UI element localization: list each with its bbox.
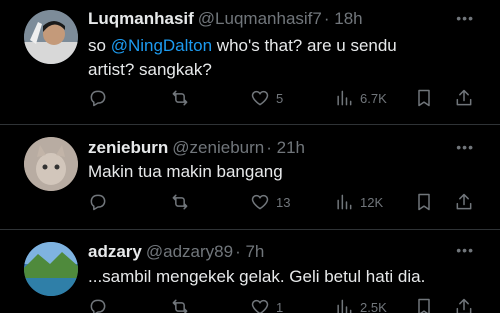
like-button[interactable]: 1 <box>250 297 283 313</box>
timestamp[interactable]: · 7h <box>235 242 264 261</box>
views-count: 6.7K <box>360 90 387 106</box>
bookmark-icon <box>418 89 430 107</box>
action-bar: 13 12K <box>88 192 478 214</box>
retweet-button[interactable] <box>170 297 190 313</box>
views-button[interactable]: 2.5K <box>334 297 387 313</box>
tweet-text-part: who's that? are u sendu <box>212 36 397 55</box>
avatar[interactable] <box>24 10 78 64</box>
retweet-icon <box>172 194 188 210</box>
timestamp[interactable]: · 21h <box>266 138 305 157</box>
views-count: 12K <box>360 194 384 210</box>
retweet-button[interactable] <box>170 192 190 212</box>
views-button[interactable]: 6.7K <box>334 88 387 108</box>
avatar-image <box>24 137 78 191</box>
views-button[interactable]: 12K <box>334 192 383 212</box>
display-name[interactable]: Luqmanhasif <box>88 9 194 28</box>
user-handle[interactable]: @zenieburn <box>172 138 264 157</box>
tweet-3[interactable]: adzary @adzary89 · 7h ••• ...sambil mengek… <box>0 230 500 313</box>
reply-button[interactable] <box>88 297 108 313</box>
reply-button[interactable] <box>88 192 108 212</box>
mention-link[interactable]: @NingDalton <box>111 36 212 55</box>
heart-icon <box>251 194 269 210</box>
bookmark-button[interactable] <box>414 88 434 108</box>
tweet-text-part: artist? sangkak? <box>88 60 212 79</box>
tweet-text: Makin tua makin bangang <box>88 162 283 181</box>
views-count: 2.5K <box>360 299 387 313</box>
heart-icon <box>251 299 269 313</box>
tweet-text: so @NingDalton who's that? are u sendu a… <box>88 34 478 82</box>
views-icon <box>337 194 352 210</box>
action-bar: 5 6.7K <box>88 88 478 110</box>
reply-icon <box>90 90 106 107</box>
timestamp[interactable]: · 18h <box>324 9 363 28</box>
more-icon[interactable]: ••• <box>456 10 474 26</box>
tweet-1[interactable]: Luqmanhasif @Luqmanhasif7 · 18h ••• so @Ni… <box>0 0 500 124</box>
share-button[interactable] <box>454 192 474 212</box>
retweet-icon <box>172 299 188 313</box>
bookmark-icon <box>418 298 430 313</box>
bookmark-button[interactable] <box>414 297 434 313</box>
like-button[interactable]: 13 <box>250 192 290 212</box>
tweet-2[interactable]: zenieburn @zenieburn · 21h ••• Makin tua m… <box>0 125 500 229</box>
tweet-text: ...sambil mengekek gelak. Geli betul hat… <box>88 267 426 286</box>
reply-button[interactable] <box>88 88 108 108</box>
retweet-button[interactable] <box>170 88 190 108</box>
like-count: 1 <box>276 299 284 313</box>
user-handle[interactable]: @Luqmanhasif7 <box>198 9 322 28</box>
display-name[interactable]: adzary <box>88 242 142 261</box>
like-count: 5 <box>276 90 284 106</box>
share-icon <box>456 193 472 210</box>
more-icon[interactable]: ••• <box>456 139 474 155</box>
views-icon <box>337 299 352 313</box>
heart-icon <box>251 90 269 106</box>
display-name[interactable]: zenieburn <box>88 138 168 157</box>
tweet-text-part: so <box>88 36 111 55</box>
views-icon <box>337 90 352 106</box>
share-button[interactable] <box>454 88 474 108</box>
action-bar: 1 2.5K <box>88 297 478 313</box>
user-handle[interactable]: @adzary89 <box>146 242 233 261</box>
more-icon[interactable]: ••• <box>456 242 474 258</box>
share-button[interactable] <box>454 297 474 313</box>
reply-icon <box>90 194 106 211</box>
avatar-image <box>24 242 78 296</box>
bookmark-button[interactable] <box>414 192 434 212</box>
bookmark-icon <box>418 193 430 211</box>
tweet-header: zenieburn @zenieburn · 21h <box>88 138 305 158</box>
avatar-image <box>24 10 78 64</box>
avatar[interactable] <box>24 137 78 191</box>
retweet-icon <box>172 90 188 106</box>
share-icon <box>456 298 472 313</box>
tweet-header: adzary @adzary89 · 7h <box>88 242 264 262</box>
avatar[interactable] <box>24 242 78 296</box>
reply-icon <box>90 299 106 313</box>
like-count: 13 <box>276 194 291 210</box>
like-button[interactable]: 5 <box>250 88 283 108</box>
share-icon <box>456 89 472 106</box>
tweet-header: Luqmanhasif @Luqmanhasif7 · 18h <box>88 9 363 29</box>
